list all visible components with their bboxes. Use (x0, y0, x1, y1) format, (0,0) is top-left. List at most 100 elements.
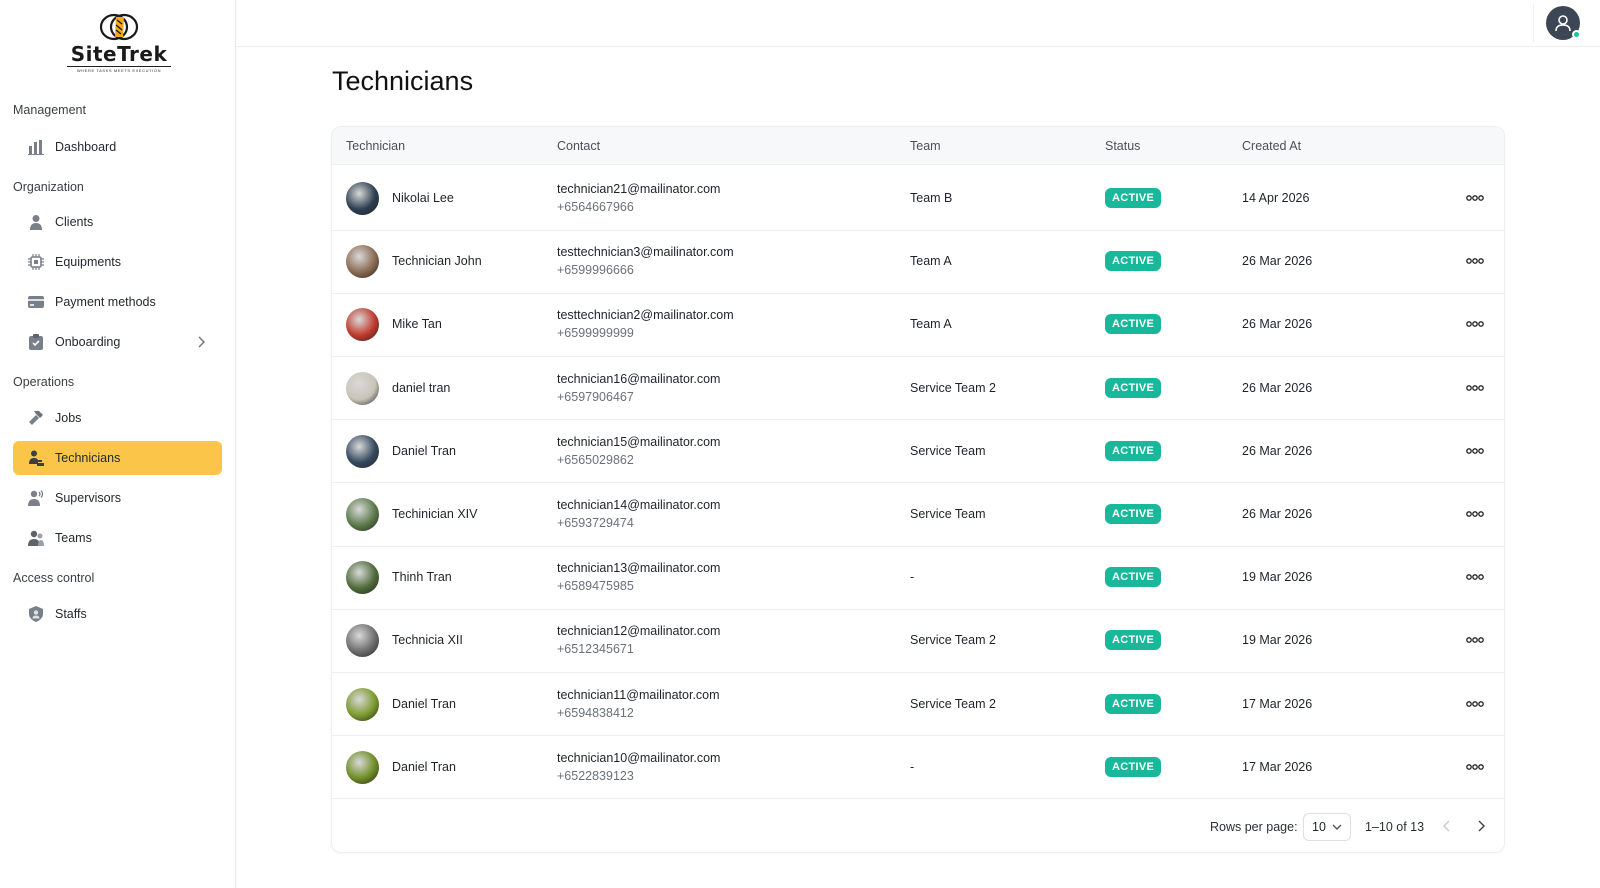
technician-team: - (910, 759, 915, 774)
technician-team: Service Team 2 (910, 380, 996, 395)
technician-team: Team B (910, 191, 953, 205)
next-page-button[interactable] (1471, 816, 1491, 836)
table-row[interactable]: Technician John testtechnician3@mailinato… (332, 229, 1504, 294)
technician-avatar (346, 182, 379, 215)
sidebar-item-technicians[interactable]: Technicians (13, 441, 222, 475)
column-header-created-at: Created At (1242, 139, 1302, 153)
section-management: Management (13, 103, 86, 117)
technician-icon (27, 449, 45, 467)
logo-mark-icon (99, 13, 139, 41)
technician-name: Techinician XIV (392, 507, 478, 521)
more-horizontal-icon (1466, 321, 1484, 328)
technician-avatar (346, 371, 379, 405)
technician-phone: +6565029862 (557, 452, 634, 467)
status-badge: ACTIVE (1105, 756, 1162, 777)
sidebar-item-onboarding[interactable]: Onboarding (13, 325, 222, 359)
table-row[interactable]: Nikolai Lee technician21@mailinator.com +6… (332, 166, 1504, 231)
sidebar-item-jobs[interactable]: Jobs (13, 401, 222, 435)
technician-email: technician21@mailinator.com (557, 182, 721, 196)
sidebar-item-label: Equipments (55, 255, 122, 269)
more-horizontal-icon (1466, 258, 1484, 265)
table-row[interactable]: Daniel Tran technician11@mailinator.com +6… (332, 672, 1504, 737)
brand-logo[interactable]: SiteTrek WHERE TASKS MEETS EXECUTION (60, 12, 178, 78)
sidebar-item-clients[interactable]: Clients (13, 205, 222, 239)
created-at: 26 Mar 2026 (1242, 317, 1313, 332)
sidebar-item-label: Clients (55, 215, 94, 229)
table-row[interactable]: Mike Tan testtechnician2@mailinator.com +6… (332, 292, 1504, 357)
rows-per-page-label: Rows per page: (1210, 820, 1298, 834)
technician-phone: +6599996666 (557, 263, 634, 278)
sidebar-item-dashboard[interactable]: Dashboard (13, 130, 222, 164)
technician-avatar (346, 308, 379, 342)
online-status-dot (1572, 30, 1581, 39)
pagination-range: 1–10 of 13 (1365, 820, 1425, 834)
sidebar-item-supervisors[interactable]: Supervisors (13, 481, 222, 515)
row-actions-button[interactable] (1464, 567, 1486, 587)
user-icon (1555, 15, 1571, 32)
row-actions-button[interactable] (1464, 188, 1486, 208)
sidebar-item-label: Staffs (55, 607, 87, 621)
row-actions-button[interactable] (1464, 504, 1486, 524)
more-horizontal-icon (1466, 637, 1484, 644)
team-icon (27, 529, 45, 547)
status-badge: ACTIVE (1105, 693, 1162, 714)
hammer-icon (27, 409, 45, 427)
row-actions-button[interactable] (1464, 251, 1486, 271)
table-row[interactable]: Daniel Tran technician10@mailinator.com +6… (332, 735, 1504, 800)
row-actions-button[interactable] (1464, 630, 1486, 650)
shield-person-icon (27, 605, 45, 623)
row-actions-button[interactable] (1464, 314, 1486, 334)
row-actions-button[interactable] (1464, 441, 1486, 461)
technician-team: Service Team (910, 443, 986, 458)
row-actions-button[interactable] (1464, 378, 1486, 398)
user-avatar-button[interactable] (1546, 6, 1581, 40)
more-horizontal-icon (1466, 511, 1484, 517)
more-horizontal-icon (1466, 700, 1484, 707)
technician-team: Service Team 2 (910, 696, 996, 711)
technician-team: Team A (910, 317, 952, 332)
status-badge: ACTIVE (1105, 504, 1162, 524)
chevron-down-icon (1332, 824, 1342, 830)
column-header-contact: Contact (557, 139, 601, 153)
technician-email: testtechnician3@mailinator.com (557, 245, 734, 260)
technician-avatar (346, 434, 379, 468)
clipboard-icon (27, 333, 45, 351)
technician-email: technician12@mailinator.com (557, 624, 721, 639)
sidebar-item-teams[interactable]: Teams (13, 521, 222, 555)
table-row[interactable]: Technicia XII technician12@mailinator.com… (332, 608, 1504, 673)
created-at: 26 Mar 2026 (1242, 507, 1313, 521)
sidebar-item-label: Technicians (55, 451, 121, 465)
rows-per-page-value: 10 (1312, 820, 1326, 834)
technician-name: Nikolai Lee (392, 191, 454, 205)
technician-name: Technician John (392, 254, 482, 269)
row-actions-button[interactable] (1464, 694, 1486, 714)
technician-avatar (346, 245, 379, 279)
table-row[interactable]: Daniel Tran technician15@mailinator.com +6… (332, 419, 1504, 484)
sidebar-item-staffs[interactable]: Staffs (13, 597, 222, 631)
technician-avatar (346, 750, 379, 784)
section-organization: Organization (13, 180, 84, 194)
technician-phone: +6522839123 (557, 768, 634, 783)
person-icon (27, 213, 45, 231)
status-badge: ACTIVE (1105, 440, 1162, 461)
supervisor-icon (27, 489, 45, 507)
technician-avatar (346, 561, 379, 595)
rows-per-page-select[interactable]: 10 (1303, 813, 1351, 841)
table-row[interactable]: Techinician XIV technician14@mailinator.c… (332, 482, 1504, 547)
column-header-team: Team (910, 139, 941, 153)
table-header: Technician Contact Team Status Created A… (332, 127, 1504, 165)
created-at: 17 Mar 2026 (1242, 696, 1313, 711)
status-badge: ACTIVE (1105, 251, 1162, 272)
row-actions-button[interactable] (1464, 757, 1486, 777)
table-row[interactable]: Thinh Tran technician13@mailinator.com +65… (332, 545, 1504, 610)
sidebar-item-payment-methods[interactable]: Payment methods (13, 285, 222, 319)
created-at: 26 Mar 2026 (1242, 443, 1313, 458)
technician-name: Daniel Tran (392, 759, 456, 774)
table-row[interactable]: daniel tran technician16@mailinator.com +6… (332, 356, 1504, 421)
sidebar-item-equipments[interactable]: Equipments (13, 245, 222, 279)
previous-page-button[interactable] (1437, 816, 1457, 836)
status-badge: ACTIVE (1105, 314, 1162, 335)
card-icon (27, 293, 45, 311)
more-horizontal-icon (1466, 574, 1484, 581)
brand-tagline: WHERE TASKS MEETS EXECUTION (67, 66, 171, 73)
